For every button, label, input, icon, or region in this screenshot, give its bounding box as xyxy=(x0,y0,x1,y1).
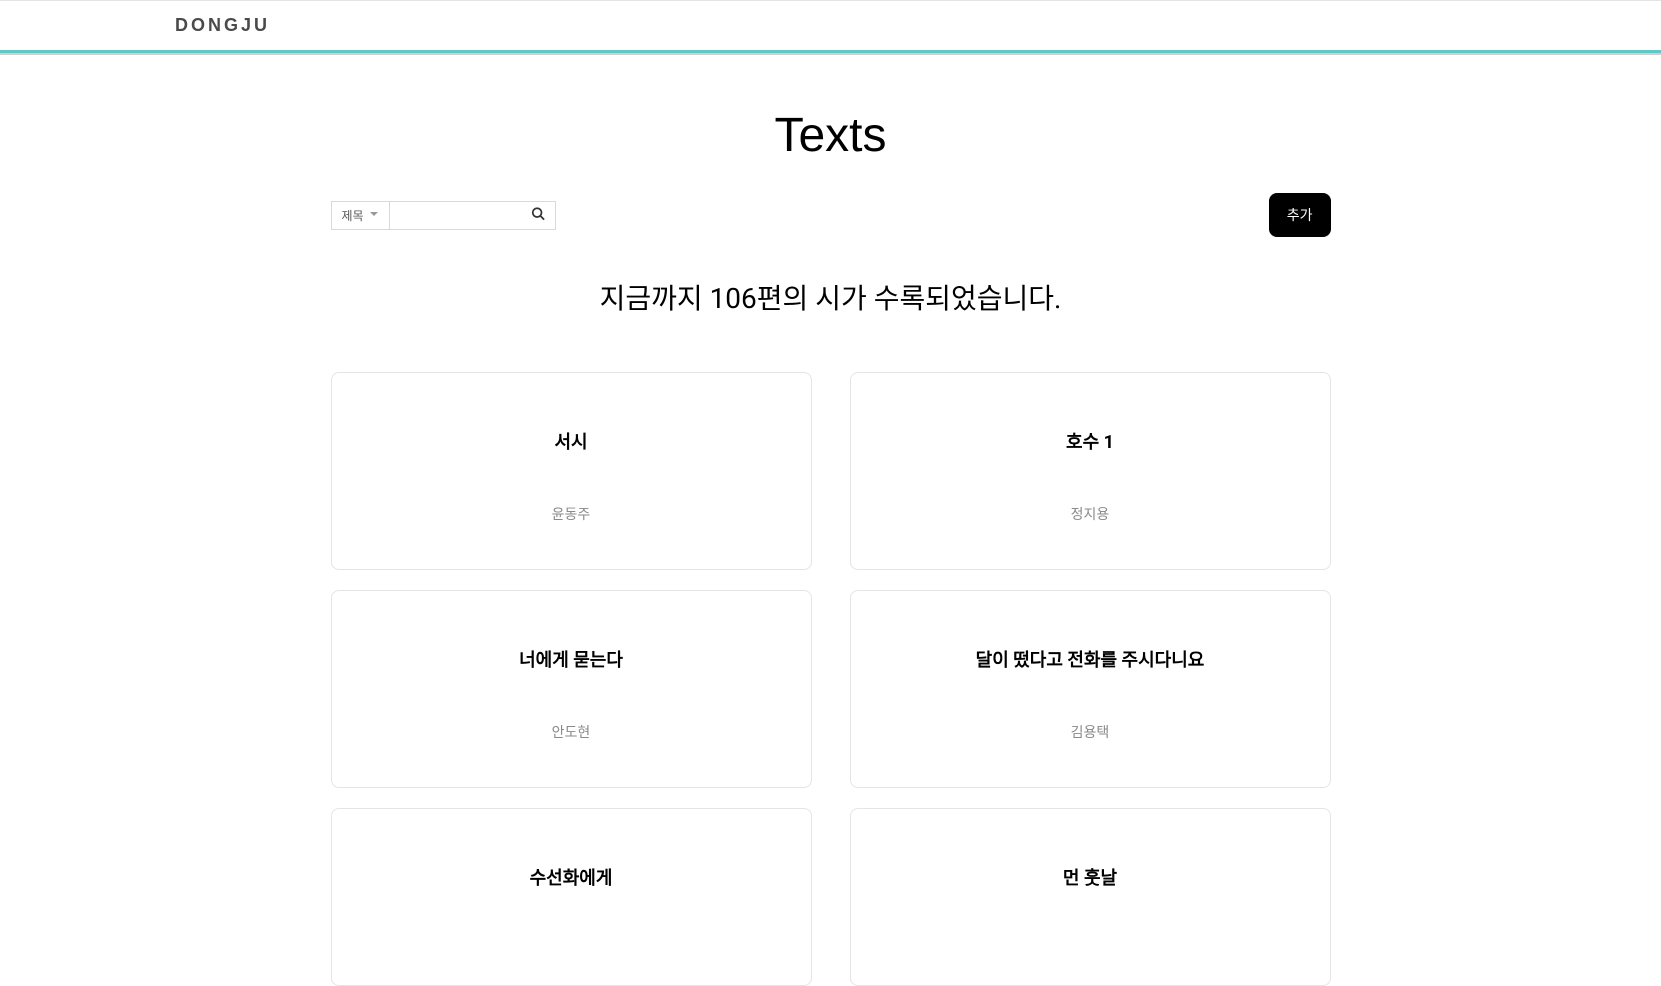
filter-label: 제목 xyxy=(342,207,364,224)
card-author: 정지용 xyxy=(881,504,1300,524)
main-container: Texts 제목 xyxy=(311,108,1351,986)
text-card[interactable]: 너에게 묻는다 안도현 xyxy=(331,590,812,788)
card-author: 안도현 xyxy=(362,722,781,742)
search-group: 제목 xyxy=(331,201,556,230)
page-title: Texts xyxy=(331,108,1331,163)
text-card[interactable]: 먼 훗날 xyxy=(850,808,1331,986)
add-button[interactable]: 추가 xyxy=(1269,193,1331,237)
text-card[interactable]: 달이 떴다고 전화를 주시다니요 김용택 xyxy=(850,590,1331,788)
text-card[interactable]: 수선화에게 xyxy=(331,808,812,986)
filter-select[interactable]: 제목 xyxy=(332,202,390,229)
cards-grid: 서시 윤동주 호수 1 정지용 너에게 묻는다 안도현 달이 떴다고 전화를 주… xyxy=(331,372,1331,986)
brand-logo[interactable]: DONGJU xyxy=(0,15,1661,36)
card-title: 달이 떴다고 전화를 주시다니요 xyxy=(881,646,1300,672)
controls-row: 제목 추가 xyxy=(331,193,1331,237)
card-author: 김용택 xyxy=(881,722,1300,742)
search-input-wrap xyxy=(390,202,555,229)
chevron-down-icon xyxy=(369,208,379,222)
card-title: 서시 xyxy=(362,428,781,454)
card-title: 먼 훗날 xyxy=(881,864,1300,890)
search-button[interactable] xyxy=(529,205,547,226)
card-title: 호수 1 xyxy=(881,428,1300,454)
text-card[interactable]: 호수 1 정지용 xyxy=(850,372,1331,570)
card-title: 너에게 묻는다 xyxy=(362,646,781,672)
summary-text: 지금까지 106편의 시가 수록되었습니다. xyxy=(331,277,1331,317)
search-icon xyxy=(531,207,545,224)
header: DONGJU xyxy=(0,1,1661,53)
text-card[interactable]: 서시 윤동주 xyxy=(331,372,812,570)
card-title: 수선화에게 xyxy=(362,864,781,890)
card-author: 윤동주 xyxy=(362,504,781,524)
